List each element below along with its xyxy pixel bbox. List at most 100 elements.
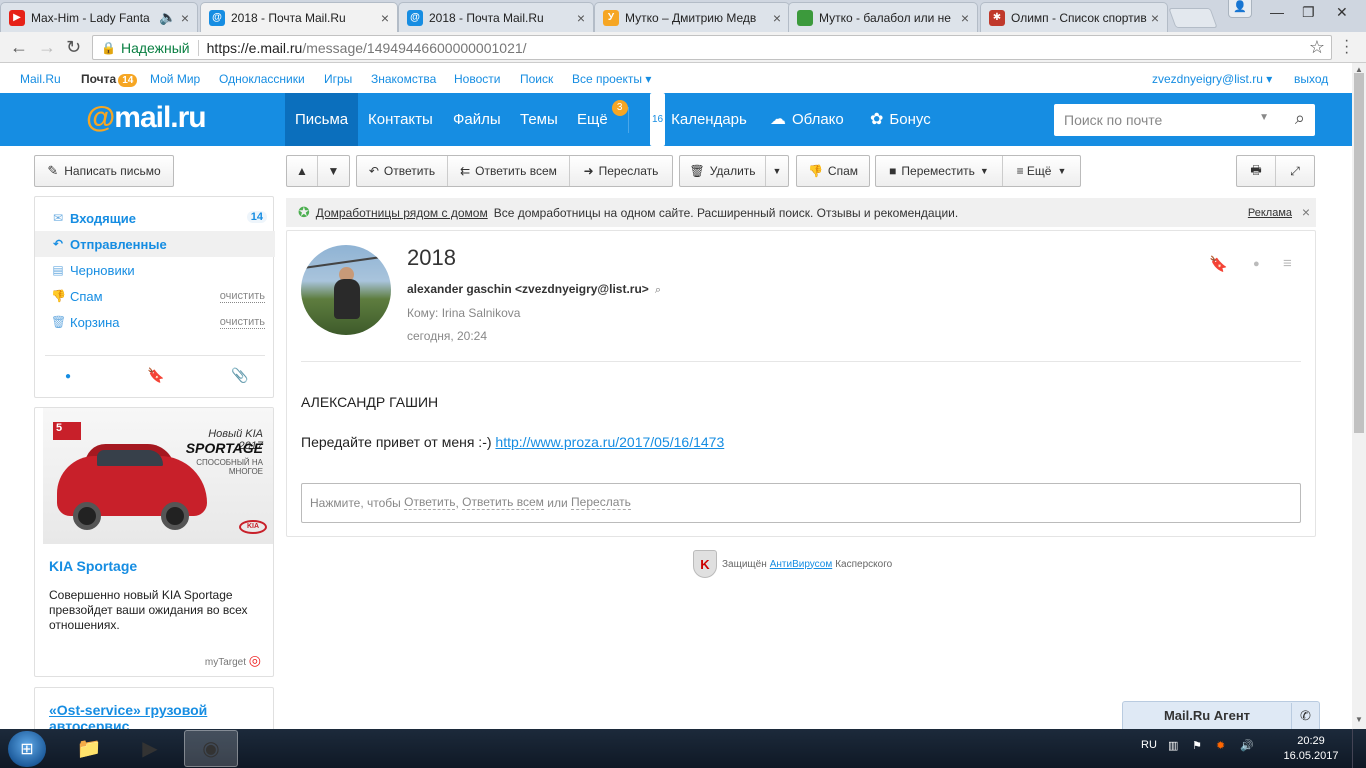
delete-button[interactable]: 🗑 Удалить — [680, 156, 766, 186]
close-icon[interactable]: × — [381, 10, 389, 26]
close-icon[interactable]: × — [577, 10, 585, 26]
clean-spam-link[interactable]: очистить — [219, 290, 265, 303]
mail-search-input[interactable]: Поиск по почте ▼ ⌕ — [1054, 104, 1315, 136]
more-button[interactable]: ≡ Ещё ▼ — [1003, 156, 1080, 186]
quick-reply-link[interactable]: Ответить — [404, 496, 456, 510]
portal-link-mail[interactable]: Почта 14 — [81, 72, 138, 87]
address-bar[interactable]: 🔒 Надежный https://e.mail.ru /message/14… — [92, 35, 1332, 60]
system-clock[interactable]: 20:29 16.05.2017 — [1280, 734, 1342, 764]
close-icon[interactable]: × — [1151, 10, 1159, 26]
kia-ad-image[interactable]: 5 Новый KIA 2017 SPORTAGE СПОСОБНЫЙ НА М… — [43, 408, 273, 544]
body-link[interactable]: http://www.proza.ru/2017/05/16/1473 — [495, 434, 724, 450]
reply-button[interactable]: ↶ Ответить — [357, 156, 448, 186]
browser-tab-0[interactable]: ▶ Max-Him - Lady Fanta 🔈 × — [0, 2, 198, 32]
browser-menu-icon[interactable]: · · · — [1344, 33, 1349, 61]
close-icon[interactable]: × — [1302, 204, 1310, 220]
folder-inbox[interactable]: ✉ Входящие 14 — [35, 205, 275, 231]
explorer-icon[interactable]: 📁 — [62, 730, 116, 767]
next-message-button[interactable]: ▼ — [318, 156, 349, 186]
chevron-down-icon[interactable]: ▼ — [1259, 112, 1269, 123]
start-button[interactable]: ⊞ — [8, 731, 46, 767]
move-button[interactable]: ■ Переместить ▼ — [876, 156, 1003, 186]
search-icon[interactable]: ⌕ — [1295, 108, 1305, 129]
portal-link-mailru[interactable]: Mail.Ru — [20, 72, 61, 86]
nav-calendar[interactable]: 16 Календарь — [640, 93, 757, 146]
mailru-agent-bar[interactable]: Mail.Ru Агент ✆ — [1122, 701, 1320, 729]
folder-spam[interactable]: 👎 Спам очистить — [35, 283, 275, 309]
language-indicator[interactable]: RU — [1141, 739, 1157, 751]
restore-icon[interactable]: ❐ — [1302, 4, 1315, 21]
phone-icon[interactable]: ✆ — [1291, 702, 1319, 729]
volume-icon[interactable]: 🔊 — [1240, 739, 1254, 752]
quick-forward-link[interactable]: Переслать — [571, 496, 631, 510]
network-icon[interactable]: ▥ — [1168, 739, 1178, 752]
folder-drafts[interactable]: ▤ Черновики — [35, 257, 275, 283]
antivirus-link[interactable]: АнтиВирусом — [770, 559, 833, 570]
browser-tab-5[interactable]: ✱ Олимп - Список спортив × — [980, 2, 1168, 32]
flag-filter-icon[interactable]: 🔖 — [147, 367, 164, 384]
nav-bonus[interactable]: ✿ Бонус — [860, 93, 941, 146]
ad-title[interactable]: KIA Sportage — [49, 558, 137, 574]
portal-link-mymir[interactable]: Мой Мир — [150, 72, 200, 86]
avast-icon[interactable]: ✹ — [1216, 739, 1225, 752]
browser-tab-1[interactable]: @ 2018 - Почта Mail.Ru × — [200, 2, 398, 32]
browser-tab-4[interactable]: Мутко - балабол или не × — [788, 2, 978, 32]
quick-reply-all-link[interactable]: Ответить всем — [462, 496, 544, 510]
bookmark-icon[interactable]: 🔖 — [1209, 255, 1228, 273]
close-icon[interactable]: × — [773, 10, 781, 26]
scroll-thumb[interactable] — [1354, 73, 1364, 433]
prev-message-button[interactable]: ▲ — [287, 156, 318, 186]
close-icon[interactable]: × — [181, 10, 189, 26]
unread-filter-icon[interactable]: ● — [65, 371, 71, 382]
minimize-icon[interactable]: — — [1270, 4, 1284, 20]
ad-label[interactable]: Реклама — [1248, 207, 1292, 219]
kia-ad[interactable]: 5 Новый KIA 2017 SPORTAGE СПОСОБНЫЙ НА М… — [34, 407, 274, 677]
folder-sent[interactable]: ↶ Отправленные — [35, 231, 275, 257]
nav-themes[interactable]: Темы — [510, 93, 568, 146]
browser-tab-3[interactable]: У Мутко – Дмитрию Медв × — [594, 2, 790, 32]
ad-source[interactable]: myTarget ◎ — [205, 652, 261, 669]
media-player-icon[interactable]: ▶ — [123, 730, 177, 767]
page-scrollbar[interactable]: ▲ ▼ — [1352, 63, 1366, 729]
compose-button[interactable]: ✎ Написать письмо — [34, 155, 174, 187]
attachment-filter-icon[interactable]: 📎 — [231, 367, 248, 384]
reply-all-button[interactable]: ⇇ Ответить всем — [448, 156, 570, 186]
nav-files[interactable]: Файлы — [443, 93, 511, 146]
forward-button[interactable]: ➜ Переслать — [570, 156, 672, 186]
ad-link[interactable]: Домработницы рядом с домом — [316, 206, 488, 220]
chrome-icon[interactable]: ◉ — [184, 730, 238, 767]
show-desktop-button[interactable] — [1352, 729, 1366, 768]
nav-letters[interactable]: Письма — [285, 93, 359, 146]
search-icon[interactable]: ⌕ — [655, 284, 661, 296]
portal-link-search[interactable]: Поиск — [520, 72, 553, 86]
delete-dropdown[interactable]: ▼ — [766, 156, 788, 186]
flag-icon[interactable]: ⚑ — [1192, 739, 1202, 752]
quick-reply-box[interactable]: Нажмите, чтобы Ответить, Ответить всем и… — [301, 483, 1301, 523]
back-icon[interactable]: ← — [10, 37, 28, 58]
scroll-down-icon[interactable]: ▼ — [1355, 715, 1363, 724]
folder-trash[interactable]: 🗑 Корзина очистить — [35, 309, 275, 335]
message-menu-icon[interactable]: ≡ — [1283, 255, 1292, 272]
forward-icon[interactable]: → — [38, 37, 56, 58]
reload-icon[interactable]: ↻ — [66, 37, 81, 58]
nav-cloud[interactable]: ☁ Облако — [760, 93, 854, 146]
mailru-logo[interactable]: @mail.ru — [86, 101, 207, 135]
portal-link-news[interactable]: Новости — [454, 72, 500, 86]
spam-button[interactable]: 👎 Спам — [797, 156, 869, 186]
user-menu[interactable]: zvezdnyeigry@list.ru ▾ — [1152, 72, 1272, 86]
print-button[interactable]: 🖶 — [1237, 156, 1276, 186]
unread-dot-icon[interactable]: ● — [1253, 258, 1260, 270]
portal-link-all-projects[interactable]: Все проекты ▾ — [572, 72, 651, 86]
logout-link[interactable]: выход — [1294, 72, 1328, 86]
portal-link-ok[interactable]: Одноклассники — [219, 72, 305, 86]
fullscreen-button[interactable]: ⤢ — [1276, 156, 1314, 186]
new-tab-button[interactable] — [1168, 8, 1218, 28]
portal-link-dating[interactable]: Знакомства — [371, 72, 436, 86]
portal-link-games[interactable]: Игры — [324, 72, 352, 86]
bookmark-star-icon[interactable]: ☆ — [1309, 37, 1325, 58]
clean-trash-link[interactable]: очистить — [219, 316, 265, 329]
nav-more[interactable]: Ещё 3 — [567, 93, 628, 146]
message-from[interactable]: alexander gaschin <zvezdnyeigry@list.ru>… — [407, 282, 661, 297]
close-icon[interactable]: × — [961, 10, 969, 26]
browser-tab-2[interactable]: @ 2018 - Почта Mail.Ru × — [398, 2, 594, 32]
